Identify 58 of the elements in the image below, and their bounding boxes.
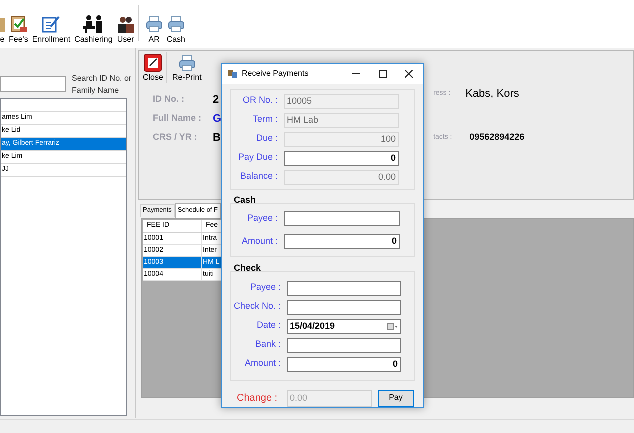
input-field[interactable] xyxy=(284,210,400,226)
form-pen-icon xyxy=(42,15,60,33)
printer-icon xyxy=(146,16,163,33)
maximize-icon[interactable] xyxy=(379,70,387,78)
field-label: Date : xyxy=(256,319,282,332)
input-field[interactable]: 0 xyxy=(287,356,401,372)
field-value: 2 xyxy=(213,92,220,108)
close-icon[interactable] xyxy=(405,70,413,78)
field-label: Amount : xyxy=(244,357,282,370)
group-heading: Check xyxy=(234,263,262,274)
field-label: Full Name : xyxy=(153,112,203,126)
calendar-icon[interactable] xyxy=(387,322,398,330)
action-button[interactable]: Close xyxy=(143,73,164,83)
toolbar-button[interactable]: Enrollment xyxy=(32,35,71,45)
input-field[interactable] xyxy=(287,280,401,296)
change-label: Change : xyxy=(237,392,279,406)
minimize-icon[interactable] xyxy=(352,73,360,74)
input-field[interactable]: 0 xyxy=(284,234,400,249)
field-label: Amount : xyxy=(240,234,279,248)
field-label: Due : xyxy=(255,132,279,146)
field-value: G xyxy=(213,112,222,127)
field-label: Payee : xyxy=(249,281,282,294)
search-label: Search ID No. or Family Name xyxy=(72,73,132,97)
field-label: ID No. : xyxy=(153,93,186,106)
pay-button[interactable]: Pay xyxy=(378,390,414,407)
dialog-title: Receive Payments xyxy=(242,68,310,80)
field-label: CRS / YR : xyxy=(153,131,198,144)
users-icon xyxy=(116,15,135,33)
toolbar-button[interactable]: Fee's xyxy=(9,35,28,45)
input-field[interactable] xyxy=(287,300,401,315)
input-field[interactable] xyxy=(287,338,401,353)
field-label: OR No. : xyxy=(242,94,279,108)
field-label: Check No. : xyxy=(232,300,282,314)
field-label: Balance : xyxy=(239,170,279,184)
toolbar-button[interactable]: Cashiering xyxy=(74,35,113,45)
toolbar-button[interactable]: AR xyxy=(148,35,160,45)
field-value: 09562894226 xyxy=(470,131,525,144)
search-field[interactable] xyxy=(0,76,66,92)
clipboard-icon xyxy=(10,15,28,33)
input-field[interactable]: 0 xyxy=(284,150,399,166)
people-desk-icon xyxy=(82,15,105,33)
toolbar-button[interactable]: e xyxy=(0,35,5,45)
field-label: Payee : xyxy=(246,212,279,225)
printer-icon xyxy=(168,16,185,33)
toolbar-button[interactable]: User xyxy=(117,35,134,45)
toolbar-button[interactable]: Cash xyxy=(166,35,186,45)
action-button[interactable]: Re-Print xyxy=(172,73,202,83)
field-value: Kabs, Kors xyxy=(466,86,520,102)
date-picker[interactable]: 15/04/2019 xyxy=(287,318,401,334)
app-icon xyxy=(228,69,237,78)
field-label: Pay Due : xyxy=(237,151,279,164)
field-label: Bank : xyxy=(254,338,282,352)
field-value: B xyxy=(213,130,221,146)
field-label: Term : xyxy=(252,113,279,126)
close-form-icon xyxy=(144,54,162,72)
printer-icon xyxy=(178,55,196,72)
change-field: 0.00 xyxy=(287,390,372,407)
group-heading: Cash xyxy=(234,194,258,206)
